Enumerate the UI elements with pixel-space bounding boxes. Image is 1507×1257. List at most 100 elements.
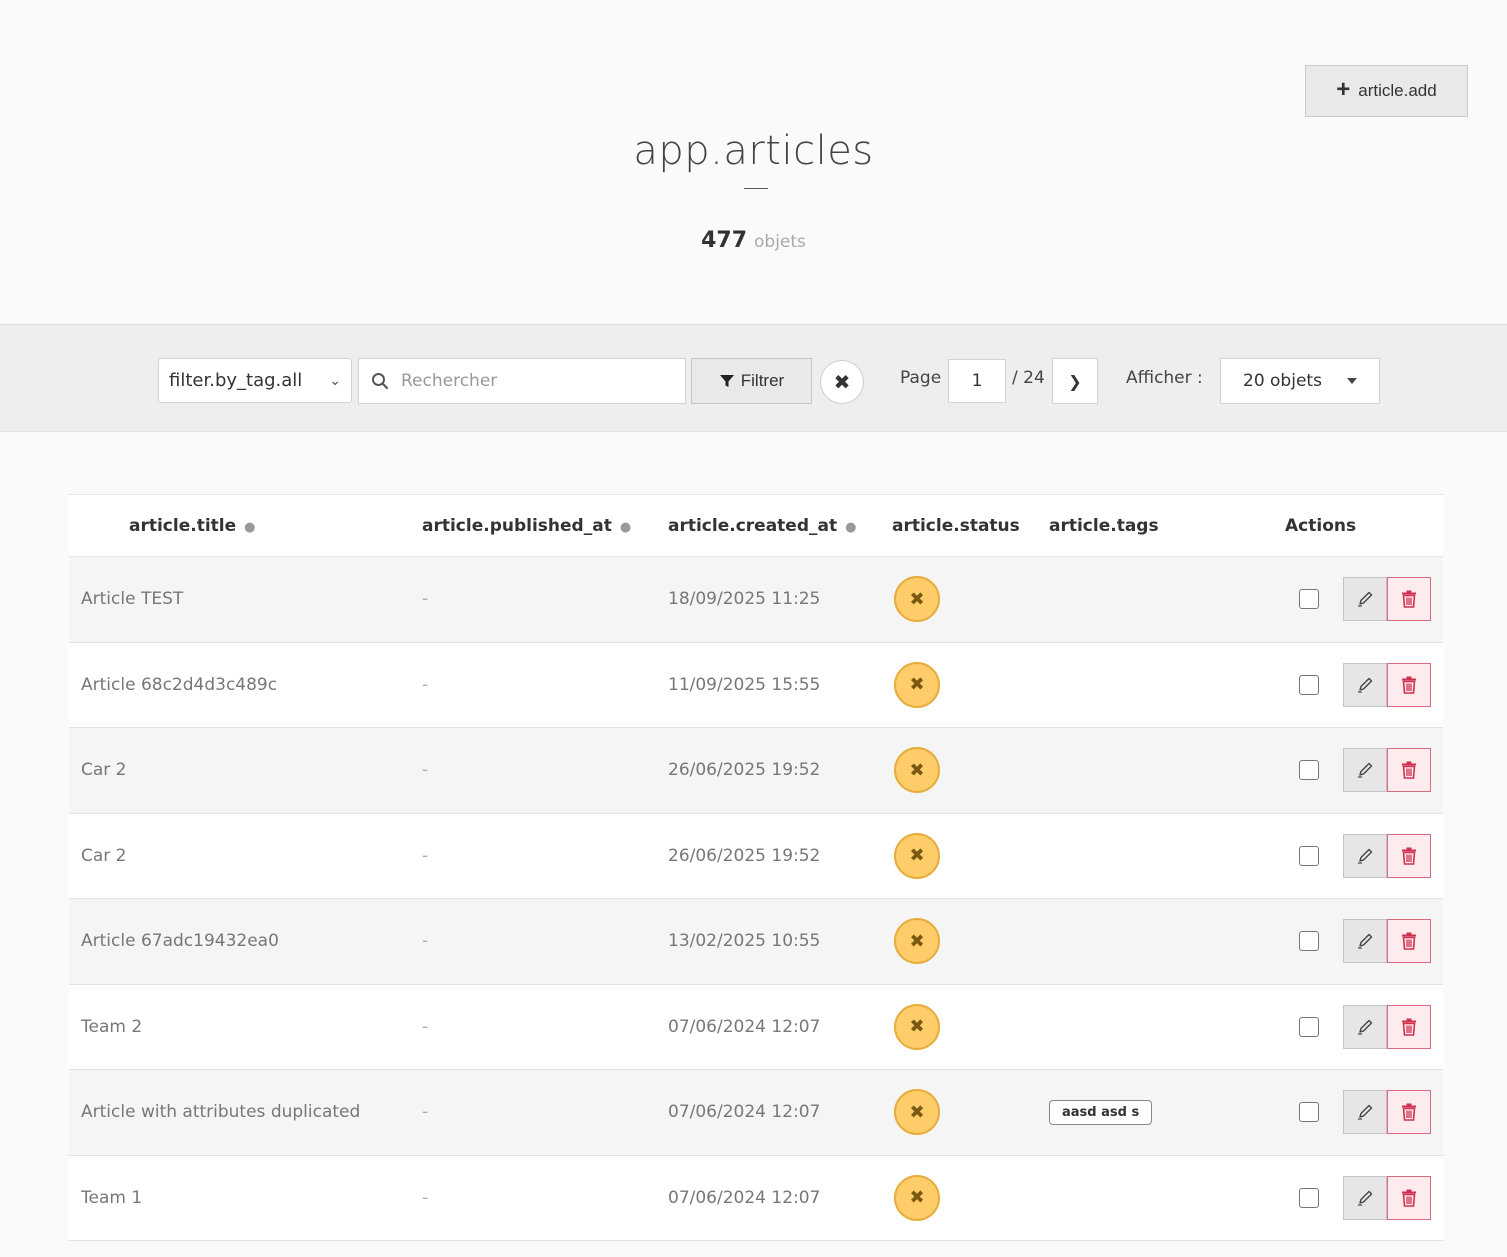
cell-published-at: - [422, 931, 429, 952]
filter-button-label: Filtrer [740, 371, 785, 390]
table-row: Article 68c2d4d3c489c - 11/09/2025 15:55… [69, 642, 1443, 728]
status-unpublished-icon[interactable]: ✖ [894, 918, 940, 965]
cell-title: Article 67adc19432ea0 [81, 931, 279, 952]
pencil-icon [1358, 677, 1373, 693]
table-row: Car 2 - 26/06/2025 19:52 ✖ [69, 727, 1443, 814]
count-unit: objets [754, 232, 806, 252]
sort-icon: ● [244, 519, 256, 535]
delete-button[interactable] [1387, 919, 1431, 964]
row-select-checkbox[interactable] [1299, 1187, 1319, 1208]
cell-actions [1214, 1070, 1443, 1156]
trash-icon [1402, 1018, 1416, 1036]
row-select-checkbox[interactable] [1299, 760, 1319, 781]
cell-tags [1036, 557, 1214, 643]
chevron-down-icon: ⌄ [329, 372, 341, 389]
row-select-checkbox[interactable] [1299, 1016, 1319, 1037]
clear-filter-button[interactable]: ✖ [820, 360, 864, 404]
cell-actions [1214, 728, 1443, 814]
table-row: Article TEST - 18/09/2025 11:25 ✖ [69, 556, 1443, 643]
cell-status: ✖ [879, 557, 1036, 643]
filter-button[interactable]: Filtrer [691, 358, 812, 404]
row-select-checkbox[interactable] [1299, 931, 1319, 952]
status-unpublished-icon[interactable]: ✖ [894, 661, 940, 708]
cell-actions [1214, 984, 1443, 1070]
cell-published-at: - [422, 760, 429, 781]
cell-created-at: 13/02/2025 10:55 [668, 931, 821, 952]
row-select-checkbox[interactable] [1299, 1102, 1319, 1123]
column-header-published-at-label: article.published_at [422, 515, 612, 536]
table-row: Car 2 - 26/06/2025 19:52 ✖ [69, 813, 1443, 899]
cell-title: Article 68c2d4d3c489c [81, 674, 278, 695]
status-unpublished-icon[interactable]: ✖ [894, 576, 940, 623]
delete-button[interactable] [1387, 748, 1431, 793]
row-select-checkbox[interactable] [1299, 589, 1319, 610]
column-header-published-at[interactable]: article.published_at ● [409, 494, 655, 557]
column-header-title[interactable]: article.title ● [69, 494, 409, 557]
cell-status: ✖ [879, 1070, 1036, 1156]
cell-published-at: - [422, 1187, 429, 1208]
articles-table: article.title ● article.published_at ● art… [69, 494, 1443, 1241]
edit-button[interactable] [1343, 1004, 1387, 1049]
column-header-tags: article.tags [1036, 494, 1214, 557]
cell-published-at: - [422, 589, 429, 610]
delete-button[interactable] [1387, 577, 1431, 622]
status-unpublished-icon[interactable]: ✖ [894, 747, 940, 794]
pencil-icon [1358, 934, 1373, 949]
cell-created-at: 18/09/2025 11:25 [668, 589, 821, 610]
delete-button[interactable] [1387, 1004, 1431, 1049]
cell-tags [1036, 728, 1214, 814]
next-page-button[interactable]: ❯ [1052, 358, 1098, 404]
column-header-status: article.status [879, 494, 1036, 557]
per-page-select[interactable]: 20 objets [1220, 358, 1380, 404]
status-unpublished-icon[interactable]: ✖ [894, 1089, 940, 1136]
cell-published-at: - [422, 674, 429, 695]
cell-created-at: 11/09/2025 15:55 [668, 674, 821, 695]
delete-button[interactable] [1387, 662, 1431, 707]
edit-button[interactable] [1343, 1175, 1387, 1220]
search-box[interactable] [358, 358, 686, 404]
status-unpublished-icon[interactable]: ✖ [894, 1174, 940, 1221]
cell-tags: aasd asd s [1036, 1070, 1214, 1156]
cell-title: Car 2 [81, 845, 127, 866]
table-row: Team 2 - 07/06/2024 12:07 ✖ [69, 984, 1443, 1070]
search-input[interactable] [399, 370, 663, 392]
edit-button[interactable] [1343, 833, 1387, 878]
close-icon: ✖ [833, 370, 851, 394]
delete-button[interactable] [1387, 1090, 1431, 1135]
table-row: Article with attributes duplicated - 07/… [69, 1069, 1443, 1156]
cell-actions [1214, 557, 1443, 643]
count-value: 477 [701, 228, 748, 253]
add-article-button[interactable]: + article.add [1305, 65, 1468, 117]
cell-title: Article TEST [81, 589, 184, 610]
pencil-icon [1358, 1190, 1373, 1206]
status-unpublished-icon[interactable]: ✖ [894, 1003, 940, 1050]
row-select-checkbox[interactable] [1299, 845, 1319, 866]
page-label: Page [900, 368, 942, 388]
delete-button[interactable] [1387, 833, 1431, 878]
trash-icon [1402, 761, 1416, 780]
edit-button[interactable] [1343, 919, 1387, 964]
cell-actions [1214, 899, 1443, 985]
page-number-input[interactable] [948, 359, 1006, 403]
table-row: Article 67adc19432ea0 - 13/02/2025 10:55… [69, 898, 1443, 985]
edit-button[interactable] [1343, 1090, 1387, 1135]
cell-status: ✖ [879, 642, 1036, 728]
cell-created-at: 26/06/2025 19:52 [668, 760, 821, 781]
trash-icon [1402, 676, 1416, 694]
caret-down-icon [1347, 378, 1357, 384]
cell-title: Article with attributes duplicated [81, 1102, 361, 1123]
add-article-label: article.add [1358, 81, 1437, 100]
tag-chip[interactable]: aasd asd s [1049, 1099, 1153, 1125]
tag-filter-value: filter.by_tag.all [169, 370, 303, 391]
edit-button[interactable] [1343, 748, 1387, 793]
delete-button[interactable] [1387, 1175, 1431, 1220]
column-header-created-at[interactable]: article.created_at ● [655, 494, 879, 557]
column-header-created-at-label: article.created_at [668, 515, 838, 536]
row-select-checkbox[interactable] [1299, 674, 1319, 695]
search-icon [372, 373, 389, 390]
edit-button[interactable] [1343, 577, 1387, 622]
status-unpublished-icon[interactable]: ✖ [894, 832, 940, 879]
edit-button[interactable] [1343, 662, 1387, 707]
page-title: app.articles [633, 128, 874, 174]
tag-filter-select[interactable]: filter.by_tag.all ⌄ [158, 358, 352, 403]
